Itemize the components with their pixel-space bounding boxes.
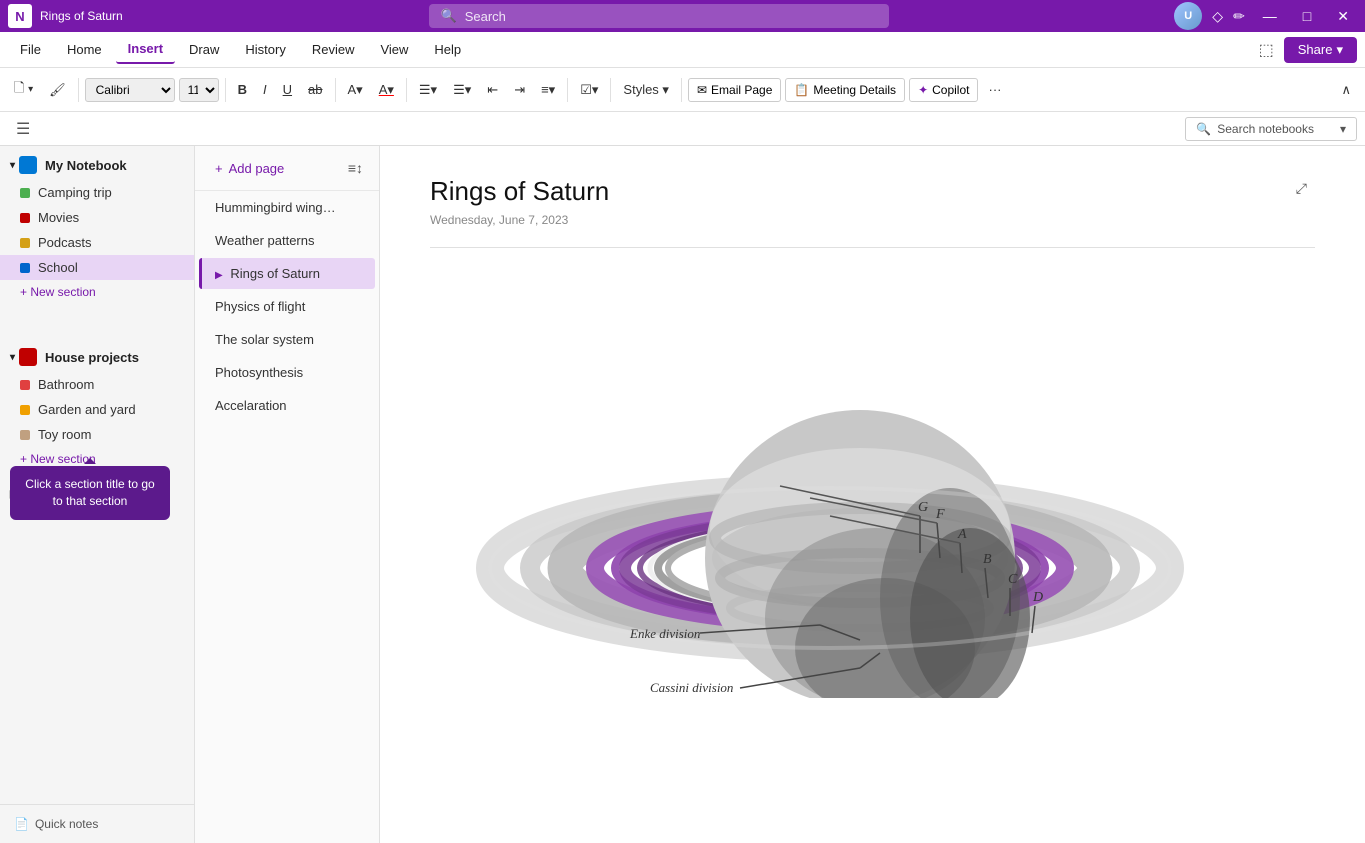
add-page-btn[interactable]: + Add page xyxy=(207,157,292,180)
new-section-1[interactable]: + New section xyxy=(0,280,194,304)
font-select[interactable]: Calibri xyxy=(85,78,175,102)
hamburger-btn[interactable]: ☰ xyxy=(8,115,38,143)
menu-bar: File Home Insert Draw History Review Vie… xyxy=(0,32,1365,68)
user-avatar[interactable]: U xyxy=(1174,2,1202,30)
sort-btn[interactable]: ≡↕ xyxy=(344,156,367,180)
page-weather[interactable]: Weather patterns xyxy=(199,225,375,256)
section-camping[interactable]: Camping trip xyxy=(0,180,194,205)
menu-file[interactable]: File xyxy=(8,36,53,63)
app-icon: N xyxy=(8,4,32,28)
search-notebooks-btn[interactable]: 🔍 Search notebooks ▾ xyxy=(1185,117,1357,141)
font-size-select[interactable]: 11 xyxy=(179,78,219,102)
email-page-btn[interactable]: ✉Email Page xyxy=(688,78,781,102)
saturn-svg: G F A B C D xyxy=(430,268,1190,698)
minimize-btn[interactable]: — xyxy=(1255,6,1285,26)
search-placeholder: Search xyxy=(465,9,506,24)
page-date: Wednesday, June 7, 2023 xyxy=(430,213,1315,227)
italic-btn[interactable]: I xyxy=(257,78,273,101)
tooltip-box: Click a section title to go to that sect… xyxy=(10,466,170,520)
diamond-icon[interactable]: ◇ xyxy=(1212,8,1223,25)
pages-panel: + Add page ≡↕ Hummingbird wing… Weather … xyxy=(195,146,380,843)
svg-text:D: D xyxy=(1032,590,1043,605)
svg-text:F: F xyxy=(935,507,945,522)
notebook-my-notebook: ▾ My Notebook Camping trip Movies Podcas… xyxy=(0,146,194,308)
main: ▾ My Notebook Camping trip Movies Podcas… xyxy=(0,146,1365,843)
title-bar: N Rings of Saturn 🔍 Search U ◇ ✏ — □ ✕ xyxy=(0,0,1365,32)
indent-dec-btn[interactable]: ⇤ xyxy=(481,78,504,102)
content-area: ⤢ Rings of Saturn Wednesday, June 7, 202… xyxy=(380,146,1365,843)
maximize-btn[interactable]: □ xyxy=(1295,6,1319,26)
section-podcasts[interactable]: Podcasts xyxy=(0,230,194,255)
sidebar: ▾ My Notebook Camping trip Movies Podcas… xyxy=(0,146,195,843)
close-btn[interactable]: ✕ xyxy=(1329,6,1357,27)
menu-review[interactable]: Review xyxy=(300,36,367,63)
page-physics[interactable]: Physics of flight xyxy=(199,291,375,322)
pen-icon[interactable]: ✏ xyxy=(1233,8,1245,25)
svg-text:C: C xyxy=(1008,572,1018,587)
title-right: U ◇ ✏ — □ ✕ xyxy=(1174,2,1357,30)
page-title: Rings of Saturn xyxy=(430,176,1315,207)
align-btn[interactable]: ≡▾ xyxy=(535,78,561,102)
svg-text:B: B xyxy=(983,552,992,567)
copilot-btn[interactable]: ✦Copilot xyxy=(909,78,978,102)
format-painter-btn[interactable]: 🖌 xyxy=(43,78,72,102)
section-school[interactable]: School xyxy=(0,255,194,280)
pages-header: + Add page ≡↕ xyxy=(195,146,379,191)
app-title: Rings of Saturn xyxy=(40,9,123,23)
notebook-house-projects: ▾ House projects Bathroom Garden and yar… xyxy=(0,338,194,475)
page-hummingbird[interactable]: Hummingbird wing… xyxy=(199,192,375,223)
menu-help[interactable]: Help xyxy=(422,36,473,63)
section-garden[interactable]: Garden and yard xyxy=(0,397,194,422)
bold-btn[interactable]: B xyxy=(232,78,253,101)
share-button[interactable]: Share ▾ xyxy=(1284,37,1357,63)
content-divider xyxy=(430,247,1315,248)
menu-home[interactable]: Home xyxy=(55,36,114,63)
expand-btn[interactable]: ⤢ xyxy=(1288,176,1315,201)
toolbar-collapse-btn[interactable]: ∧ xyxy=(1335,78,1357,102)
section-movies[interactable]: Movies xyxy=(0,205,194,230)
indent-inc-btn[interactable]: ⇥ xyxy=(508,78,531,102)
immersive-reader-btn[interactable]: ⬚ xyxy=(1251,36,1282,64)
section-toyroom[interactable]: Toy room xyxy=(0,422,194,447)
svg-text:Cassini division: Cassini division xyxy=(650,680,733,695)
page-photosynthesis[interactable]: Photosynthesis xyxy=(199,357,375,388)
search-box[interactable]: 🔍 Search xyxy=(429,4,889,28)
font-color-btn[interactable]: A▾ xyxy=(373,78,400,102)
saturn-illustration: G F A B C D xyxy=(430,268,1190,698)
page-accelaration[interactable]: Accelaration xyxy=(199,390,375,421)
new-page-btn[interactable]: 🗋 ▾ xyxy=(8,75,39,105)
meeting-details-btn[interactable]: 📋Meeting Details xyxy=(785,78,905,102)
strikethrough-btn[interactable]: ab xyxy=(302,78,328,101)
svg-text:Enke division: Enke division xyxy=(629,626,700,641)
svg-text:G: G xyxy=(918,500,928,515)
menu-history[interactable]: History xyxy=(233,36,297,63)
checkbox-btn[interactable]: ☑▾ xyxy=(574,78,604,102)
page-rings-of-saturn[interactable]: ▶ Rings of Saturn xyxy=(199,258,375,289)
svg-text:A: A xyxy=(957,527,967,542)
numbering-btn[interactable]: ☰▾ xyxy=(447,78,477,102)
notebook-house-header[interactable]: ▾ House projects xyxy=(0,342,194,372)
menu-insert[interactable]: Insert xyxy=(116,35,175,64)
styles-btn[interactable]: Styles ▾ xyxy=(617,78,675,102)
page-solar-system[interactable]: The solar system xyxy=(199,324,375,355)
menu-draw[interactable]: Draw xyxy=(177,36,231,63)
section-bathroom[interactable]: Bathroom xyxy=(0,372,194,397)
toolbar: 🗋 ▾ 🖌 Calibri 11 B I U ab A▾ A▾ ☰▾ ☰▾ ⇤ … xyxy=(0,68,1365,112)
quick-notes[interactable]: 📄 Quick notes xyxy=(10,813,184,835)
notebook-my-notebook-header[interactable]: ▾ My Notebook xyxy=(0,150,194,180)
bullets-btn[interactable]: ☰▾ xyxy=(413,78,443,102)
highlight-btn[interactable]: A▾ xyxy=(342,78,369,102)
menu-view[interactable]: View xyxy=(368,36,420,63)
toolbar2: ☰ 🔍 Search notebooks ▾ xyxy=(0,112,1365,146)
underline-btn[interactable]: U xyxy=(277,78,298,101)
more-btn[interactable]: ··· xyxy=(982,78,1007,101)
